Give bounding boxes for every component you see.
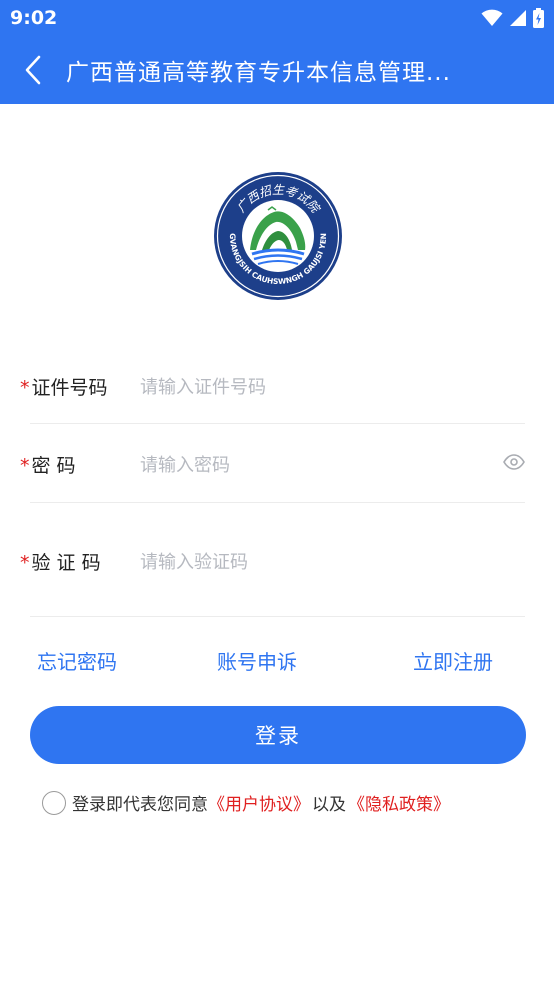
captcha-input[interactable] (140, 545, 480, 579)
agreement-prefix: 登录即代表您同意 (72, 795, 208, 815)
privacy-policy-link[interactable]: 《隐私政策》 (348, 790, 450, 815)
divider (30, 616, 525, 617)
user-agreement-link[interactable]: 《用户协议》 (208, 790, 310, 815)
captcha-row: * 验 证 码 (20, 542, 525, 582)
auth-links: 忘记密码 账号申诉 立即注册 (0, 646, 554, 678)
wifi-icon (481, 9, 503, 26)
password-label: * 密 码 (20, 451, 76, 478)
required-mark: * (20, 455, 30, 477)
page-title: 广西普通高等教育专升本信息管理... (66, 60, 451, 86)
password-input[interactable] (140, 448, 480, 482)
required-mark: * (20, 377, 30, 399)
back-button[interactable] (18, 52, 48, 88)
forgot-password-link[interactable]: 忘记密码 (37, 646, 117, 675)
id-number-label: * 证件号码 (20, 373, 108, 400)
id-number-input[interactable] (140, 370, 480, 404)
divider (30, 423, 525, 424)
status-icons (481, 8, 544, 28)
app-header: 9:02 广西普通高等教育专升本信息管理... (0, 0, 554, 104)
chevron-left-icon (25, 55, 41, 85)
id-number-row: * 证件号码 (20, 368, 525, 408)
eye-icon[interactable] (503, 454, 525, 470)
agreement-radio[interactable] (42, 790, 66, 815)
login-page: 9:02 广西普通高等教育专升本信息管理... 广西招生考试院 GVANGJSI… (0, 0, 554, 984)
account-appeal-link[interactable]: 账号申诉 (217, 646, 297, 675)
required-mark: * (20, 552, 30, 574)
status-time: 9:02 (10, 7, 58, 29)
captcha-label: * 验 证 码 (20, 548, 101, 575)
agreement: 登录即代表您同意 《用户协议》 以及 《隐私政策》 (42, 790, 450, 815)
password-row: * 密 码 (20, 446, 525, 486)
logo: 广西招生考试院 GVANGJSIH CAUHSWNGH GAUJSI YEN (212, 170, 344, 302)
register-link[interactable]: 立即注册 (413, 646, 493, 675)
login-button[interactable]: 登录 (30, 706, 526, 764)
divider (30, 502, 525, 503)
password-label-text: 密 码 (31, 455, 76, 477)
captcha-label-text: 验 证 码 (31, 552, 101, 574)
id-number-label-text: 证件号码 (31, 377, 108, 399)
battery-icon (533, 8, 544, 28)
signal-icon (510, 10, 526, 26)
agreement-conjunction: 以及 (312, 795, 346, 815)
